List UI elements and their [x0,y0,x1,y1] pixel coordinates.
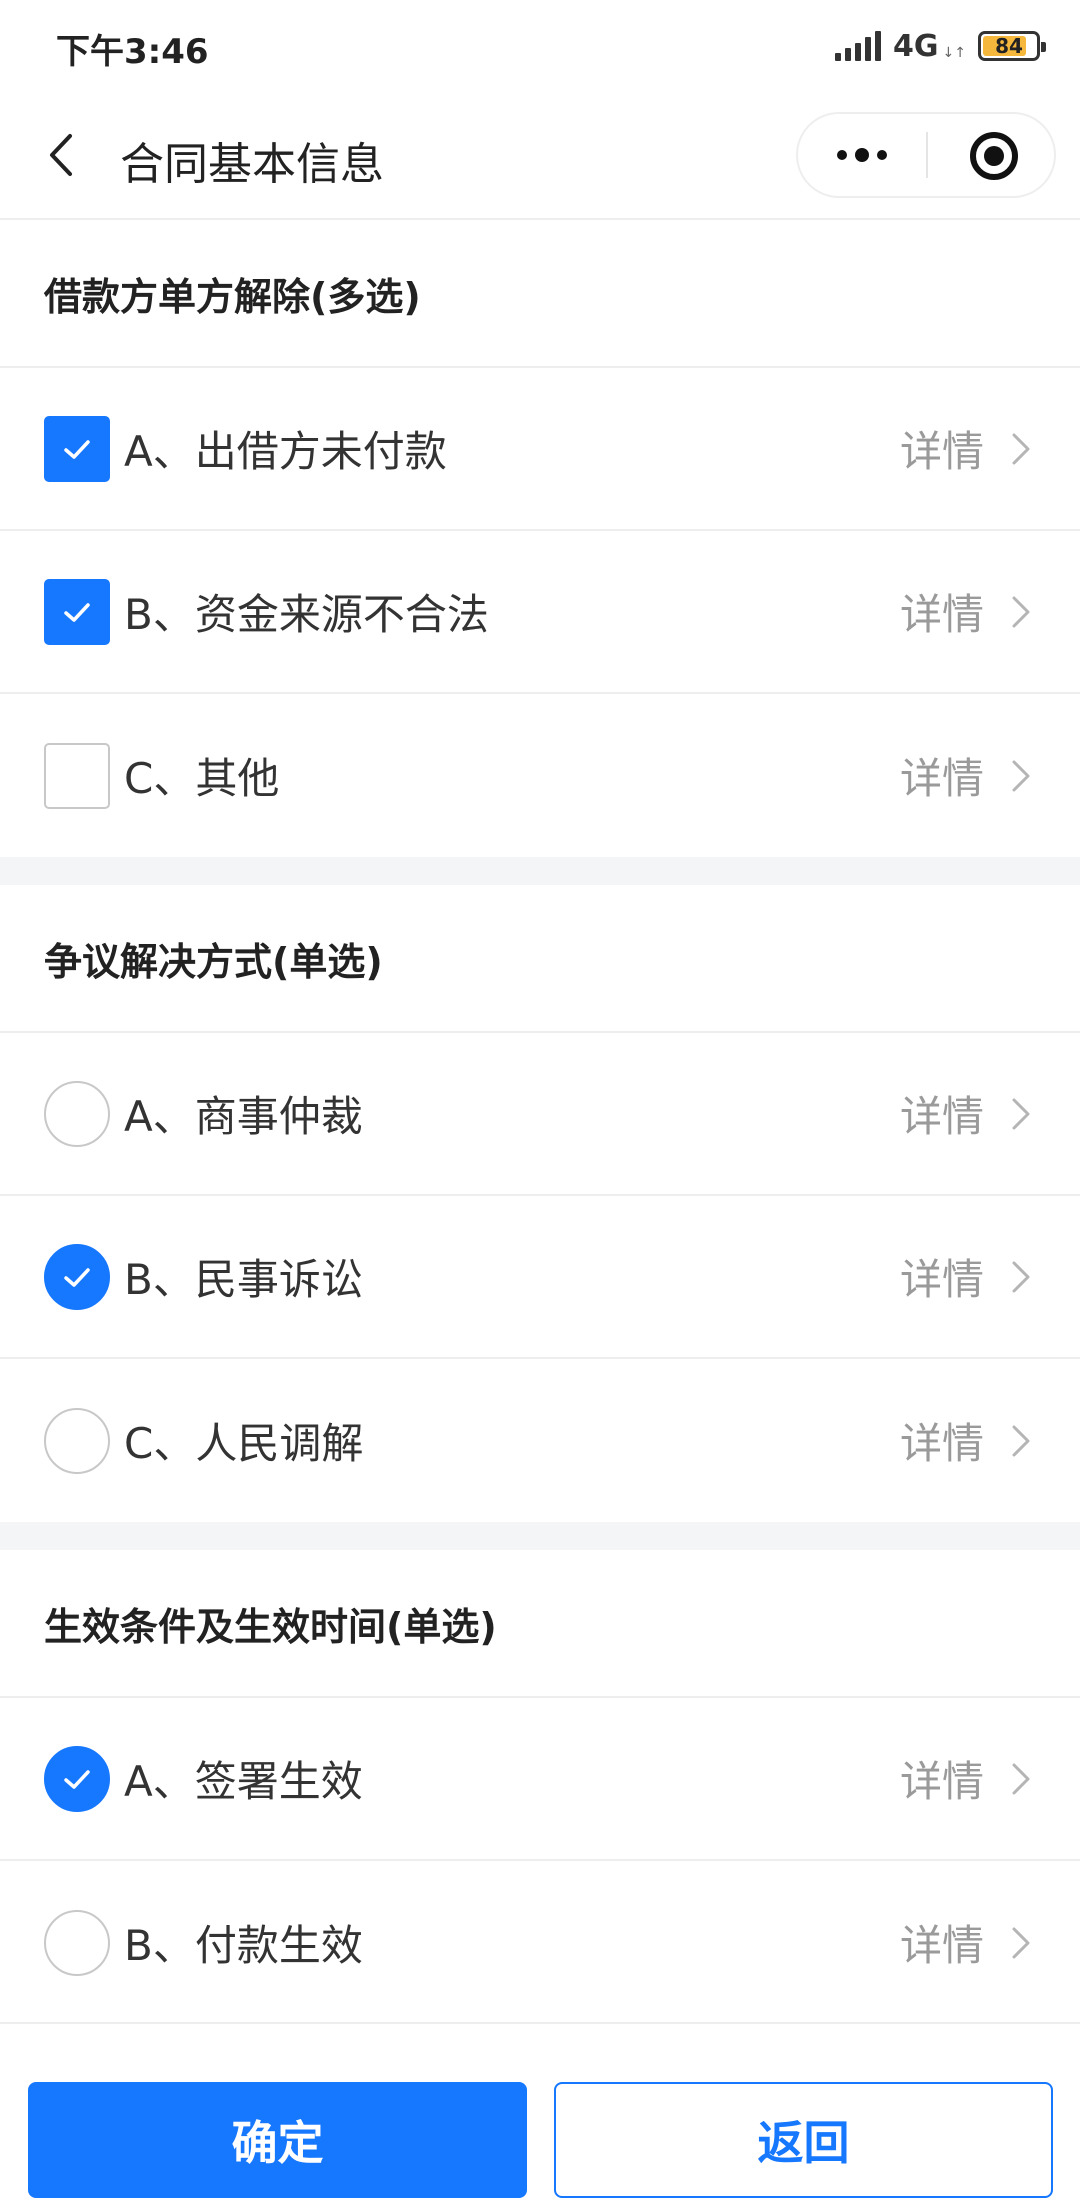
option-row[interactable]: B、民事诉讼 详情 [0,1196,1080,1359]
detail-link[interactable]: 详情 [900,1698,1034,1859]
capsule-divider [926,132,928,178]
chevron-right-icon [1012,1763,1030,1794]
network-arrows-icon: ↓↑ [942,45,966,61]
section-divider [0,857,1080,885]
option-row[interactable]: A、签署生效 详情 [0,1698,1080,1861]
chevron-right-icon [1012,1261,1030,1292]
detail-text: 详情 [899,1757,984,1806]
option-radio[interactable] [44,1080,110,1147]
detail-link[interactable]: 详情 [900,531,1034,692]
detail-text: 详情 [899,1092,984,1141]
bottom-action-bar: 确定 返回 [0,2022,1080,2204]
page: 下午3:46 4G ↓↑ 84 合同基本信息 借款方单方解除(多选) A、出借方… [0,0,1080,2204]
detail-link[interactable]: 详情 [900,368,1034,529]
more-dots-icon[interactable] [798,114,926,196]
option-label: B、民事诉讼 [124,1255,363,1304]
option-label: A、出借方未付款 [124,427,447,476]
mini-program-capsule [796,112,1056,198]
check-icon [64,1769,90,1789]
chevron-right-icon [1012,1927,1030,1958]
detail-text: 详情 [899,427,984,476]
form-content: 借款方单方解除(多选) A、出借方未付款 详情 B、资金来源不合法 详情 C、其他 详情 争议… [0,220,1080,2024]
option-checkbox[interactable] [44,415,110,482]
option-row[interactable]: A、出借方未付款 详情 [0,368,1080,531]
page-title: 合同基本信息 [120,139,384,190]
option-checkbox[interactable] [44,578,110,645]
status-time: 下午3:46 [56,32,209,72]
detail-text: 详情 [899,1255,984,1304]
status-bar: 下午3:46 4G ↓↑ 84 [0,0,1080,90]
check-icon [64,602,90,622]
form-section: 争议解决方式(单选) A、商事仲裁 详情 B、民事诉讼 详情 C、人民调解 详情 [0,885,1080,1522]
option-label: A、签署生效 [124,1757,363,1806]
option-row[interactable]: B、付款生效 详情 [0,1861,1080,2024]
chevron-right-icon [1012,1425,1030,1456]
detail-link[interactable]: 详情 [900,1196,1034,1357]
option-row[interactable]: C、其他 详情 [0,694,1080,857]
chevron-left-icon[interactable] [40,128,90,182]
option-row[interactable]: A、商事仲裁 详情 [0,1033,1080,1196]
check-icon [64,439,90,459]
detail-text: 详情 [899,1419,984,1468]
option-radio[interactable] [44,1243,110,1310]
option-row[interactable]: C、人民调解 详情 [0,1359,1080,1522]
option-label: B、付款生效 [124,1921,363,1970]
confirm-button[interactable]: 确定 [28,2082,527,2198]
target-circle-icon[interactable] [970,132,1018,180]
return-button[interactable]: 返回 [554,2082,1053,2198]
detail-text: 详情 [899,590,984,639]
detail-text: 详情 [899,754,984,803]
chevron-right-icon [1012,1098,1030,1129]
option-checkbox[interactable] [44,742,110,809]
option-label: C、人民调解 [124,1419,364,1468]
signal-icon [835,31,882,61]
nav-bar: 合同基本信息 [0,90,1080,220]
detail-link[interactable]: 详情 [900,1359,1034,1522]
option-row[interactable]: B、资金来源不合法 详情 [0,531,1080,694]
battery-level: 84 [995,34,1023,58]
section-title: 争议解决方式(单选) [0,885,1080,1033]
chevron-right-icon [1012,596,1030,627]
detail-link[interactable]: 详情 [900,694,1034,857]
check-icon [64,1267,90,1287]
option-radio[interactable] [44,1745,110,1812]
network-label: 4G [893,28,939,64]
status-indicators: 4G ↓↑ 84 [835,24,1046,68]
section-title: 借款方单方解除(多选) [0,220,1080,368]
form-section: 借款方单方解除(多选) A、出借方未付款 详情 B、资金来源不合法 详情 C、其他 详情 [0,220,1080,857]
form-section: 生效条件及生效时间(单选) A、签署生效 详情 B、付款生效 详情 [0,1550,1080,2024]
section-title: 生效条件及生效时间(单选) [0,1550,1080,1698]
option-label: A、商事仲裁 [124,1092,363,1141]
chevron-right-icon [1012,760,1030,791]
option-label: C、其他 [124,754,280,803]
detail-link[interactable]: 详情 [900,1861,1034,2024]
option-radio[interactable] [44,1909,110,1976]
battery-icon: 84 [978,31,1046,61]
option-label: B、资金来源不合法 [124,590,489,639]
chevron-right-icon [1012,433,1030,464]
detail-text: 详情 [899,1921,984,1970]
detail-link[interactable]: 详情 [900,1033,1034,1194]
section-divider [0,1522,1080,1550]
option-radio[interactable] [44,1407,110,1474]
